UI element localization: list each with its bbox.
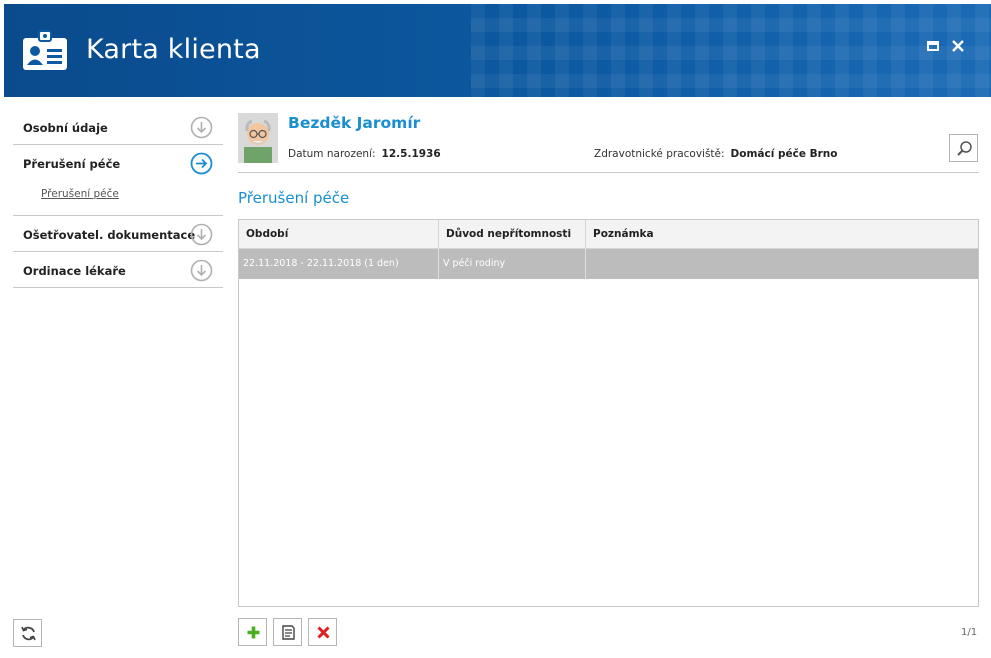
sidebar-item-preruseni-pece[interactable]: Přerušení péče [13, 145, 223, 181]
refresh-icon [21, 626, 36, 641]
delete-x-icon [317, 626, 330, 639]
sidebar-subitem-container: Přerušení péče [13, 181, 223, 216]
maximize-icon[interactable] [925, 38, 941, 54]
sidebar-item-label: Ošetřovatel. dokumentace [23, 228, 196, 242]
id-card-icon [23, 30, 67, 70]
search-icon [957, 141, 972, 156]
sidebar-item-osobni-udaje[interactable]: Osobní údaje [13, 109, 223, 145]
birth-date-info: Datum narození: 12.5.1936 [288, 148, 441, 160]
sidebar-item-label: Ordinace lékaře [23, 264, 126, 278]
add-button[interactable] [238, 618, 267, 646]
sidebar: Osobní údaje Přerušení péče Přerušení pé… [13, 109, 223, 288]
table-cell-poznamka [586, 249, 978, 279]
sidebar-item-ordinace-lekare[interactable]: Ordinace lékaře [13, 252, 223, 288]
client-name: Bezděk Jaromír [288, 114, 421, 132]
birth-date-label: Datum narození: [288, 148, 376, 160]
edit-button[interactable] [273, 618, 302, 646]
table-header: Období Důvod nepřítomnosti Poznámka [239, 220, 978, 249]
sidebar-item-label: Přerušení péče [23, 157, 121, 171]
section-title: Přerušení péče [238, 189, 350, 207]
page-title: Karta klienta [86, 34, 261, 65]
workplace-label: Zdravotnické pracoviště: [594, 148, 725, 160]
sidebar-item-label: Osobní údaje [23, 121, 108, 135]
column-header-duvod[interactable]: Důvod nepřítomnosti [439, 220, 586, 248]
sidebar-item-osetrovatel-dokumentace[interactable]: Ošetřovatel. dokumentace [13, 216, 223, 252]
refresh-button[interactable] [13, 619, 42, 647]
workplace-info: Zdravotnické pracoviště: Domácí péče Brno [594, 148, 838, 160]
app-header: Karta klienta [4, 4, 991, 97]
table-cell-obdobi: 22.11.2018 - 22.11.2018 (1 den) [239, 249, 439, 279]
pager: 1/1 [961, 627, 978, 638]
table-row[interactable]: 22.11.2018 - 22.11.2018 (1 den) V péči r… [239, 249, 978, 279]
arrow-right-circle-icon [190, 152, 213, 175]
arrow-down-circle-icon [190, 223, 213, 246]
sidebar-subitem-preruseni-pece[interactable]: Přerušení péče [41, 188, 119, 200]
interruption-table: Období Důvod nepřítomnosti Poznámka 22.1… [238, 219, 979, 607]
avatar [238, 113, 278, 163]
table-cell-duvod: V péči rodiny [439, 249, 586, 279]
plus-icon [247, 626, 260, 639]
column-header-poznamka[interactable]: Poznámka [586, 220, 978, 248]
header-pattern [471, 4, 991, 97]
close-icon[interactable] [950, 38, 966, 54]
search-button[interactable] [949, 134, 978, 162]
arrow-down-circle-icon [190, 259, 213, 282]
birth-date-value: 12.5.1936 [381, 148, 441, 160]
delete-button[interactable] [308, 618, 337, 646]
header-divider [238, 172, 979, 173]
arrow-down-circle-icon [190, 116, 213, 139]
column-header-obdobi[interactable]: Období [239, 220, 439, 248]
document-icon [282, 625, 295, 640]
workplace-value: Domácí péče Brno [730, 148, 838, 160]
